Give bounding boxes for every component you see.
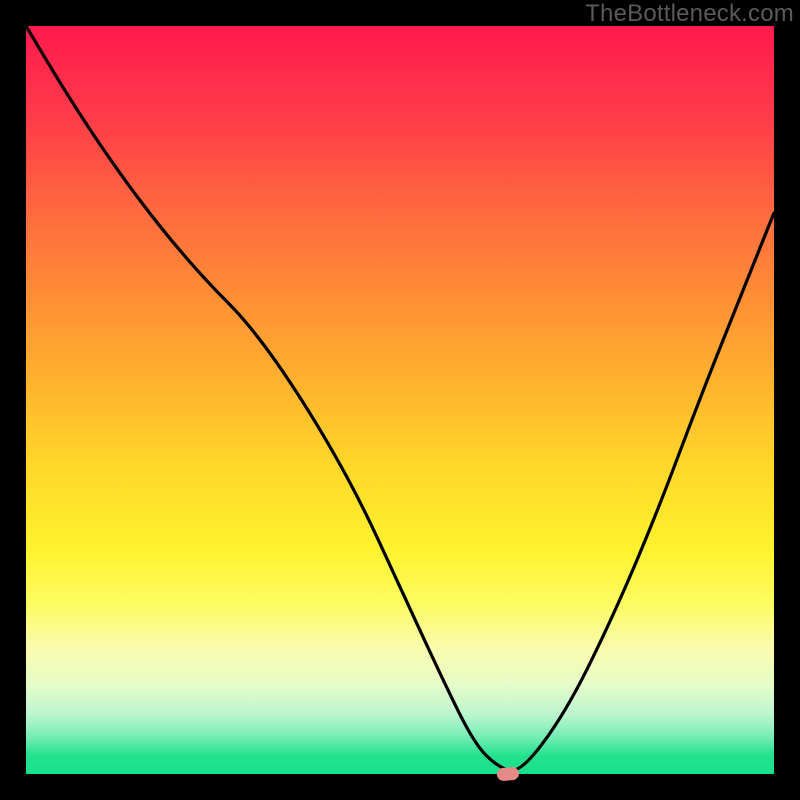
bottleneck-curve xyxy=(26,26,774,774)
optimal-marker xyxy=(497,767,520,782)
plot-area xyxy=(26,26,774,774)
chart-container: TheBottleneck.com xyxy=(0,0,800,800)
watermark-text: TheBottleneck.com xyxy=(585,0,794,28)
